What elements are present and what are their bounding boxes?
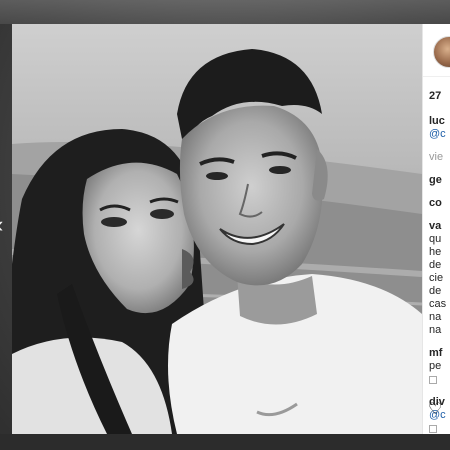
comment-text: na: [429, 311, 442, 323]
comment-text: he: [429, 246, 442, 258]
comment-username[interactable]: ge: [429, 174, 450, 187]
comment-text: qu: [429, 233, 442, 245]
comment-text: na: [429, 324, 442, 336]
checkbox-icon[interactable]: [429, 425, 437, 433]
backdrop-header: [0, 0, 450, 24]
view-comments-link[interactable]: vie: [429, 151, 450, 164]
post-header: [423, 24, 450, 77]
likes-count: 27: [429, 90, 442, 102]
comment-checkbox-row: [429, 422, 450, 434]
comment-username[interactable]: mf: [429, 347, 450, 360]
comment-username[interactable]: va: [429, 220, 450, 233]
caption-username[interactable]: luc: [429, 115, 450, 128]
heart-icon[interactable]: ♡: [428, 402, 442, 418]
post-details: 27 luc @c vie ge co va qu he de cie de c…: [423, 77, 450, 434]
comment-text: cie: [429, 272, 444, 284]
avatar[interactable]: [433, 36, 450, 68]
chevron-left-icon[interactable]: ‹: [0, 214, 3, 236]
post-photo[interactable]: [12, 24, 422, 434]
comment-text: de: [429, 285, 442, 297]
comment-username[interactable]: co: [429, 197, 450, 210]
post-modal: 27 luc @c vie ge co va qu he de cie de c…: [12, 24, 450, 434]
caption-mention[interactable]: @c: [429, 128, 450, 141]
comment-text: de: [429, 259, 442, 271]
comment-checkbox-row: [429, 373, 450, 386]
selfie-photo-image: [12, 24, 422, 434]
checkbox-icon[interactable]: [429, 376, 437, 384]
backdrop-footer: [0, 434, 450, 450]
post-sidebar: 27 luc @c vie ge co va qu he de cie de c…: [422, 24, 450, 434]
comment-text: cas: [429, 298, 447, 310]
comment-text: pe: [429, 360, 442, 372]
